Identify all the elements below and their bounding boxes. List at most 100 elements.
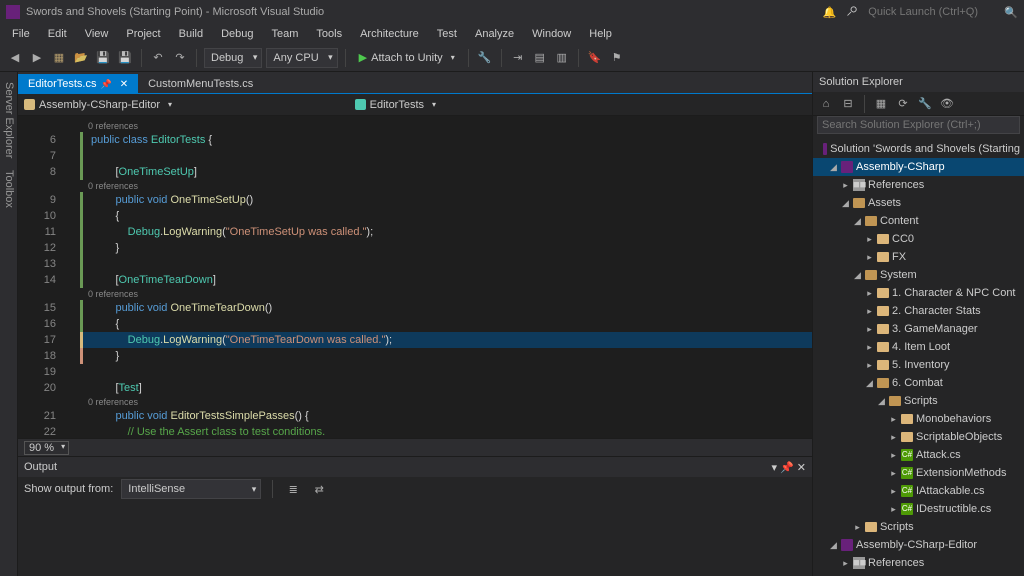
tree-twisty-icon[interactable]: ▸ — [889, 450, 898, 461]
menu-team[interactable]: Team — [264, 26, 307, 42]
tree-item[interactable]: ▸ 1. Character & NPC Cont — [813, 284, 1024, 302]
nav-scope[interactable]: EditorTests — [355, 99, 436, 111]
refresh-icon[interactable]: ⟳ — [894, 95, 912, 113]
tree-twisty-icon[interactable]: ◢ — [841, 198, 850, 209]
tree-item[interactable]: ◢ Assembly-CSharp — [813, 158, 1024, 176]
tree-item[interactable]: ▸ Assets — [813, 572, 1024, 576]
menu-project[interactable]: Project — [118, 26, 168, 42]
tree-twisty-icon[interactable]: ▸ — [889, 432, 898, 443]
tree-item[interactable]: Solution 'Swords and Shovels (Starting — [813, 140, 1024, 158]
new-project-icon[interactable]: ▦ — [50, 49, 68, 67]
menu-analyze[interactable]: Analyze — [467, 26, 522, 42]
menu-file[interactable]: File — [4, 26, 38, 42]
tree-item[interactable]: ◢ 6. Combat — [813, 374, 1024, 392]
menu-tools[interactable]: Tools — [308, 26, 350, 42]
tree-item[interactable]: ▸ ■■ References — [813, 176, 1024, 194]
home-icon[interactable]: ⌂ — [817, 95, 835, 113]
tool-icon-1[interactable]: 🔧 — [476, 49, 494, 67]
tree-item[interactable]: ▸ C# IAttackable.cs — [813, 482, 1024, 500]
close-icon[interactable]: ✕ — [797, 462, 806, 474]
menu-edit[interactable]: Edit — [40, 26, 75, 42]
tree-twisty-icon[interactable]: ◢ — [853, 270, 862, 281]
nav-fwd-icon[interactable]: ▶ — [28, 49, 46, 67]
tree-twisty-icon[interactable]: ▸ — [865, 342, 874, 353]
tree-twisty-icon[interactable]: ◢ — [877, 396, 886, 407]
tree-item[interactable]: ▸ FX — [813, 248, 1024, 266]
comment-icon[interactable]: ▤ — [531, 49, 549, 67]
tree-item[interactable]: ▸ 4. Item Loot — [813, 338, 1024, 356]
menu-help[interactable]: Help — [581, 26, 620, 42]
solution-search-input[interactable] — [817, 116, 1020, 134]
menu-build[interactable]: Build — [171, 26, 211, 42]
tree-item[interactable]: ▸ C# ExtensionMethods — [813, 464, 1024, 482]
tree-twisty-icon[interactable]: ◢ — [829, 540, 838, 551]
platform-dropdown[interactable]: Any CPU — [266, 48, 337, 68]
menu-architecture[interactable]: Architecture — [352, 26, 427, 42]
pin-icon[interactable]: ▾ 📌 — [771, 462, 793, 474]
solution-tree[interactable]: Solution 'Swords and Shovels (Starting ◢… — [813, 138, 1024, 576]
config-dropdown[interactable]: Debug — [204, 48, 262, 68]
output-from-dropdown[interactable]: IntelliSense — [121, 479, 261, 499]
tree-item[interactable]: ◢ Assets — [813, 194, 1024, 212]
notification-icon[interactable]: 🔔 — [823, 6, 837, 19]
tree-twisty-icon[interactable]: ▸ — [865, 324, 874, 335]
tree-item[interactable]: ▸ 5. Inventory — [813, 356, 1024, 374]
tree-item[interactable]: ▸ 3. GameManager — [813, 320, 1024, 338]
redo-icon[interactable]: ↷ — [171, 49, 189, 67]
tree-twisty-icon[interactable]: ▸ — [889, 504, 898, 515]
tree-twisty-icon[interactable]: ◢ — [853, 216, 862, 227]
search-icon[interactable]: 🔍 — [1004, 6, 1018, 19]
undo-icon[interactable]: ↶ — [149, 49, 167, 67]
step-icon[interactable]: ⇥ — [509, 49, 527, 67]
tab-editortests[interactable]: EditorTests.cs 📌 ✕ — [18, 74, 138, 93]
save-icon[interactable]: 💾 — [94, 49, 112, 67]
menu-window[interactable]: Window — [524, 26, 579, 42]
tree-item[interactable]: ▸ 2. Character Stats — [813, 302, 1024, 320]
tree-item[interactable]: ▸ ScriptableObjects — [813, 428, 1024, 446]
tree-twisty-icon[interactable]: ▸ — [841, 180, 850, 191]
nav-back-icon[interactable]: ◀ — [6, 49, 24, 67]
tree-twisty-icon[interactable]: ▸ — [889, 414, 898, 425]
clear-icon[interactable]: ≣ — [284, 480, 302, 498]
tree-twisty-icon[interactable]: ◢ — [829, 162, 838, 173]
tree-twisty-icon[interactable]: ▸ — [865, 252, 874, 263]
tree-item[interactable]: ▸ Monobehaviors — [813, 410, 1024, 428]
attach-button[interactable]: ▶Attach to Unity▾ — [353, 51, 461, 64]
bookmark-icon[interactable]: 🔖 — [586, 49, 604, 67]
tree-item[interactable]: ▸ ■■ References — [813, 554, 1024, 572]
tree-twisty-icon[interactable]: ▸ — [889, 468, 898, 479]
tree-twisty-icon[interactable]: ▸ — [865, 360, 874, 371]
menu-debug[interactable]: Debug — [213, 26, 261, 42]
tree-item[interactable]: ▸ C# IDestructible.cs — [813, 500, 1024, 518]
tree-item[interactable]: ▸ C# Attack.cs — [813, 446, 1024, 464]
tree-twisty-icon[interactable]: ▸ — [865, 288, 874, 299]
tree-item[interactable]: ◢ Assembly-CSharp-Editor — [813, 536, 1024, 554]
zoom-dropdown[interactable]: 90 % — [24, 441, 69, 455]
tree-twisty-icon[interactable]: ◢ — [865, 378, 874, 389]
preview-icon[interactable]: 👁 — [938, 95, 956, 113]
toolbox-tab[interactable]: Toolbox — [0, 164, 17, 214]
tab-custommenutests[interactable]: CustomMenuTests.cs — [138, 74, 263, 93]
uncomment-icon[interactable]: ▥ — [553, 49, 571, 67]
tree-twisty-icon[interactable]: ▸ — [889, 486, 898, 497]
tree-twisty-icon[interactable]: ▸ — [853, 522, 862, 533]
quick-launch-input[interactable] — [866, 4, 996, 20]
output-body[interactable] — [18, 501, 812, 576]
show-all-icon[interactable]: ▦ — [872, 95, 890, 113]
menu-test[interactable]: Test — [429, 26, 465, 42]
pin-icon[interactable]: 📌 — [100, 79, 111, 90]
close-icon[interactable]: ✕ — [120, 79, 128, 90]
tree-twisty-icon[interactable]: ▸ — [865, 306, 874, 317]
nav-project[interactable]: Assembly-CSharp-Editor — [24, 99, 172, 111]
menu-view[interactable]: View — [77, 26, 117, 42]
tree-twisty-icon[interactable]: ▸ — [865, 234, 874, 245]
tree-item[interactable]: ◢ Content — [813, 212, 1024, 230]
tree-item[interactable]: ◢ Scripts — [813, 392, 1024, 410]
code-editor[interactable]: 678910111213141516171819202122 0 referen… — [18, 116, 812, 438]
properties-icon[interactable]: 🔧 — [916, 95, 934, 113]
flag-icon[interactable]: ⚑ — [608, 49, 626, 67]
open-file-icon[interactable]: 📂 — [72, 49, 90, 67]
server-explorer-tab[interactable]: Server Explorer — [0, 76, 17, 164]
save-all-icon[interactable]: 💾 — [116, 49, 134, 67]
collapse-icon[interactable]: ⊟ — [839, 95, 857, 113]
